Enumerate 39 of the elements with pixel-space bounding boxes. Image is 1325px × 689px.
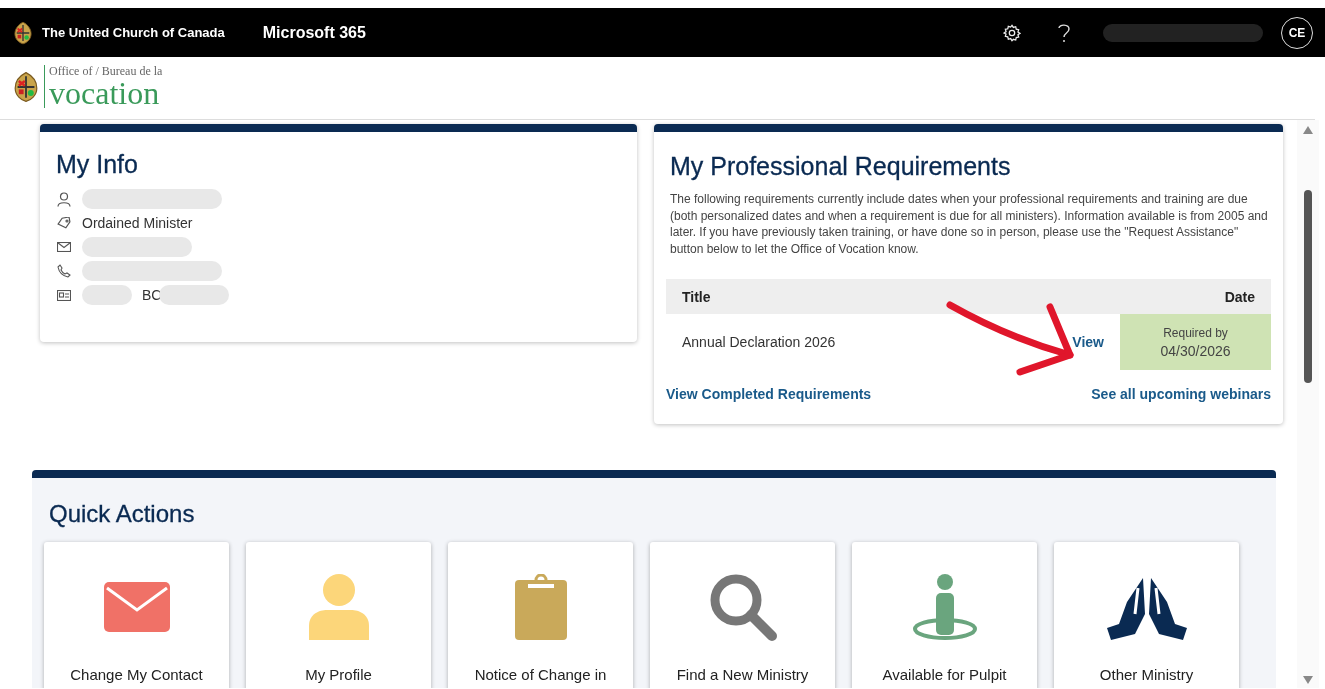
logo-subtitle: Office of / Bureau de la [49, 65, 163, 78]
section-title: Quick Actions [49, 500, 196, 528]
id-card-icon [57, 289, 71, 301]
quick-action-tile[interactable]: Find a New Ministry [650, 542, 835, 688]
search-icon [708, 573, 777, 641]
info-text: BC [142, 287, 162, 303]
settings-icon[interactable] [1003, 23, 1021, 42]
scrollbar-thumb[interactable] [1304, 190, 1312, 383]
footer-link[interactable]: See all upcoming webinars [1091, 386, 1271, 402]
person-icon [57, 191, 71, 207]
standing-person-icon [910, 574, 979, 640]
phone-icon [57, 264, 71, 278]
help-icon[interactable] [1057, 22, 1071, 43]
quick-action-tile[interactable]: Available for Pulpit [852, 542, 1037, 688]
envelope-icon [103, 582, 170, 632]
due-date-cell: Required by 04/30/2026 [1120, 314, 1271, 370]
tag-icon [56, 216, 72, 230]
app-name[interactable]: Microsoft 365 [262, 23, 366, 42]
footer-link[interactable]: View Completed Requirements [666, 386, 872, 402]
quick-action-tile[interactable]: My Profile [246, 542, 431, 688]
person-icon [308, 574, 369, 640]
card-title: My Info [56, 150, 139, 179]
requirement-title: Annual Declaration 2026 [681, 334, 837, 350]
quick-action-tile[interactable]: Other Ministry [1054, 542, 1239, 688]
clipboard-icon [514, 574, 567, 640]
mail-icon [57, 242, 71, 252]
column-header: Date [1224, 288, 1255, 305]
quick-action-tile[interactable]: Change My Contact [44, 542, 229, 688]
scroll-up-icon[interactable] [1303, 126, 1313, 134]
logo-title: vocation [49, 78, 161, 108]
info-text: Ordained Minister [82, 215, 193, 231]
column-header: Title [682, 288, 711, 305]
quick-action-tile[interactable]: Notice of Change in [448, 542, 633, 688]
card-title: My Professional Requirements [670, 152, 1012, 181]
crest-logo-icon [14, 20, 32, 45]
view-link[interactable]: View [1072, 334, 1104, 350]
scroll-down-icon[interactable] [1303, 676, 1313, 684]
description-text: The following requirements currently include dates when your professional requirements and training are due (both personalized dates and when a requirement is due for all ministers). Information available is from 2005 and later. If you have previously taken training, or have done so in person, please use the "Request Assistance" button below to let the Office of Vocation know. [670, 191, 1269, 257]
organization-name[interactable]: The United Church of Canada [42, 25, 225, 40]
